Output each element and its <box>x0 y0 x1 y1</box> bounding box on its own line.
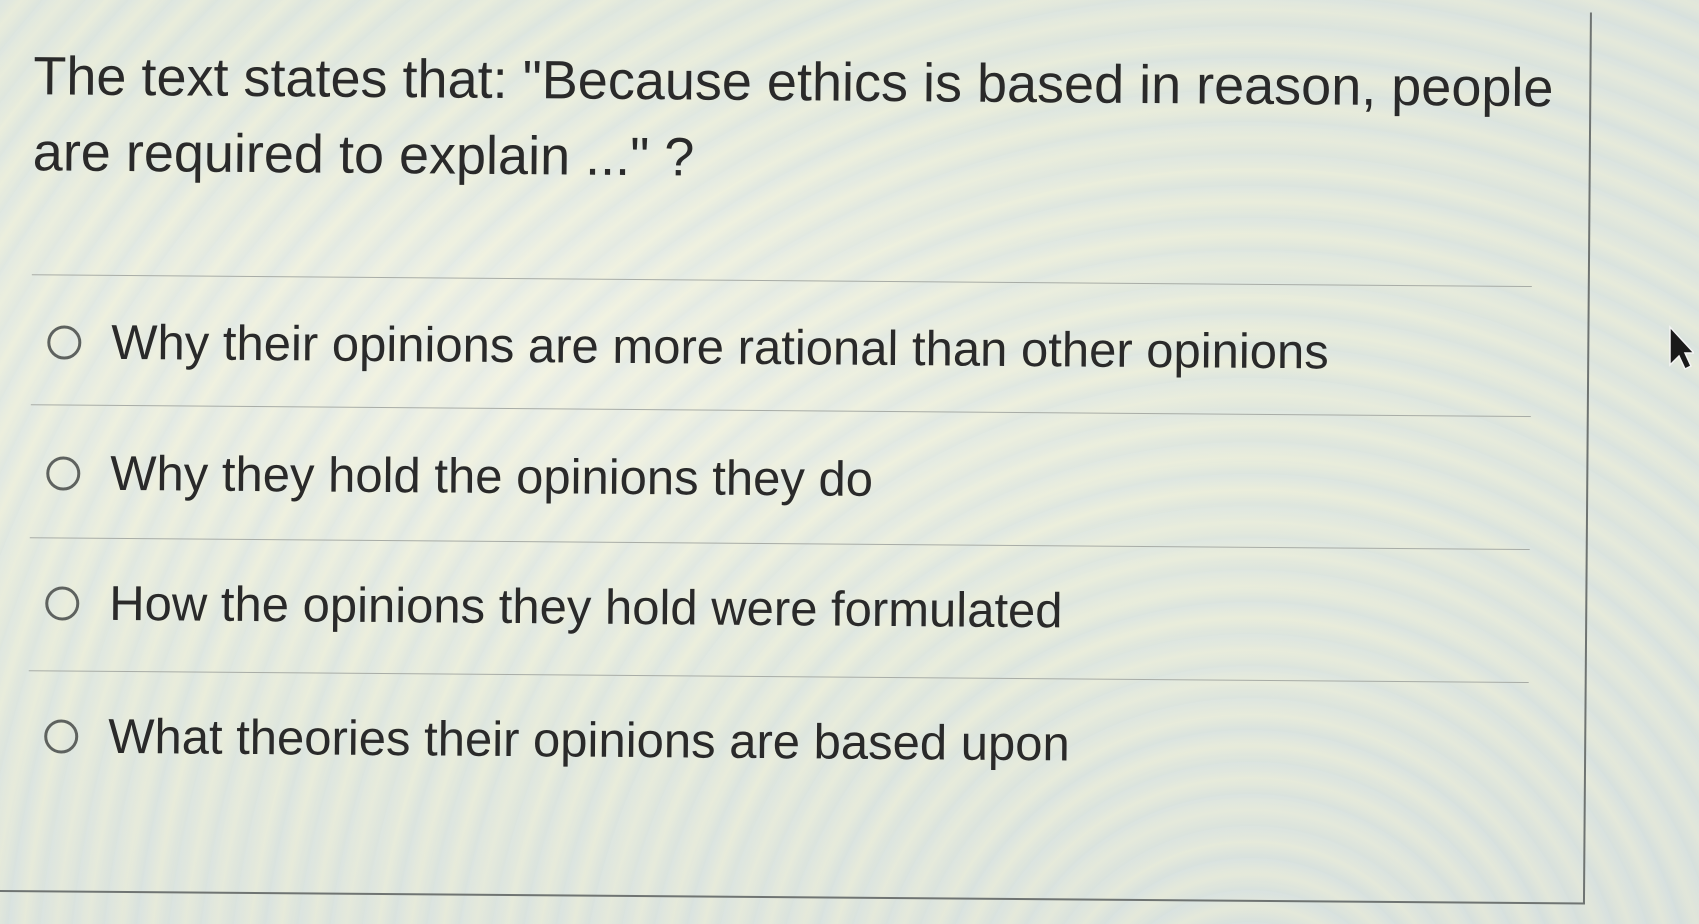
answer-option-label: What theories their opinions are based u… <box>108 709 1070 772</box>
radio-unchecked-icon[interactable] <box>44 719 79 754</box>
question-text: The text states that: "Because ethics is… <box>32 46 1554 188</box>
divider <box>31 274 1532 288</box>
mouse-pointer-icon <box>1669 325 1694 371</box>
radio-unchecked-icon[interactable] <box>45 586 80 621</box>
divider <box>28 670 1529 684</box>
question-card: The text states that: "Because ethics is… <box>0 0 1592 905</box>
radio-unchecked-icon[interactable] <box>46 456 81 491</box>
divider <box>29 537 1530 551</box>
answer-option[interactable]: What theories their opinions are based u… <box>44 706 1070 774</box>
answer-option[interactable]: Why they hold the opinions they do <box>46 443 873 509</box>
answer-option[interactable]: Why their opinions are more rational tha… <box>47 312 1329 382</box>
divider <box>30 404 1531 418</box>
radio-unchecked-icon[interactable] <box>47 325 82 360</box>
answer-option-label: Why they hold the opinions they do <box>110 446 874 507</box>
answer-option-label: How the opinions they hold were formulat… <box>109 576 1063 639</box>
answer-option-label: Why their opinions are more rational tha… <box>111 315 1330 380</box>
answer-option[interactable]: How the opinions they hold were formulat… <box>45 573 1063 641</box>
